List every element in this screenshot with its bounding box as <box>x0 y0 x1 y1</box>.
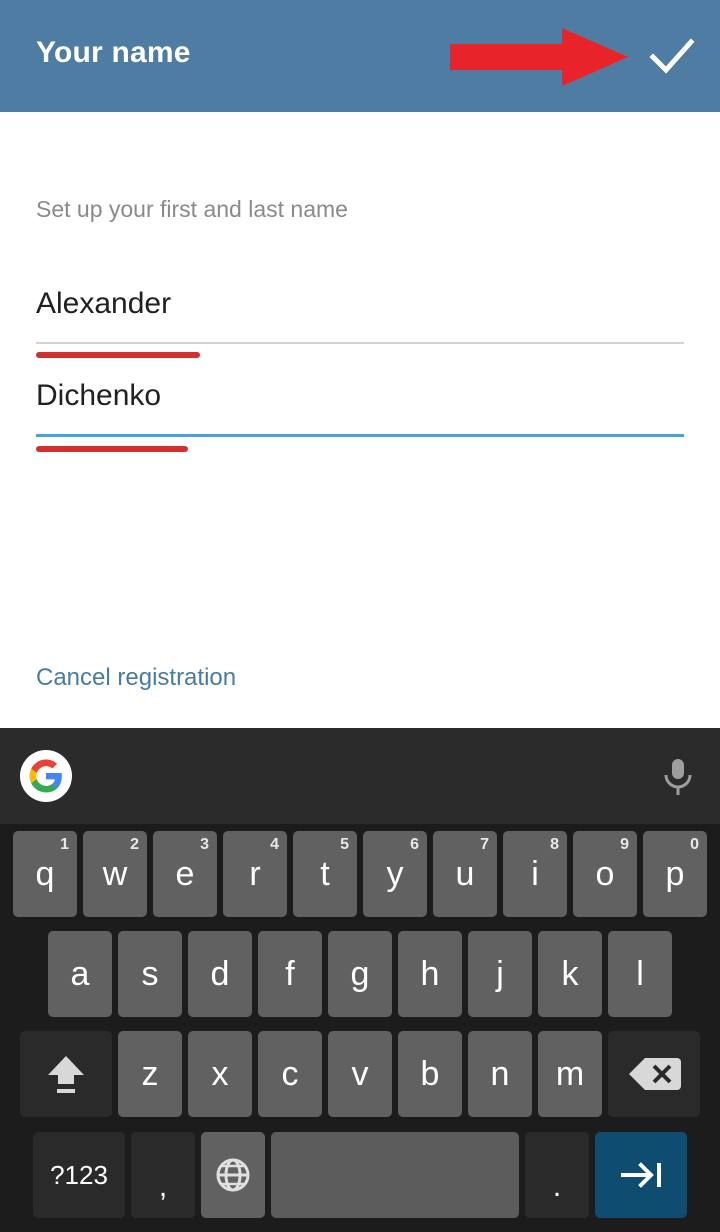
next-field-tab-icon <box>621 1162 661 1188</box>
space-key[interactable] <box>271 1132 519 1218</box>
form-body: Set up your first and last name Alexande… <box>0 112 720 728</box>
key-y-label: y <box>386 855 404 893</box>
key-x[interactable]: x <box>188 1031 252 1117</box>
key-g[interactable]: g <box>328 931 392 1017</box>
key-c-label: c <box>281 1055 299 1093</box>
page-title: Your name <box>36 36 191 69</box>
key-r-label: r <box>249 855 261 893</box>
key-e-label: e <box>175 855 195 893</box>
key-h-label: h <box>420 955 440 993</box>
key-b[interactable]: b <box>398 1031 462 1117</box>
confirm-button[interactable] <box>648 33 696 79</box>
key-s[interactable]: s <box>118 931 182 1017</box>
key-w[interactable]: 2 w <box>83 831 147 917</box>
keyboard-row-top: 1 q 2 w 3 e 4 r 5 t 6 y 7 u 8 i 9 o 0 p <box>0 824 720 924</box>
key-u-number: 7 <box>480 836 489 853</box>
key-c[interactable]: c <box>258 1031 322 1117</box>
key-k-label: k <box>561 955 579 993</box>
key-x-label: x <box>211 1055 229 1093</box>
key-k[interactable]: k <box>538 931 602 1017</box>
check-icon <box>649 38 695 74</box>
key-g-label: g <box>350 955 370 993</box>
key-p[interactable]: 0 p <box>643 831 707 917</box>
symbols-key[interactable]: ?123 <box>33 1132 125 1218</box>
key-e[interactable]: 3 e <box>153 831 217 917</box>
key-d-label: d <box>210 955 230 993</box>
key-v[interactable]: v <box>328 1031 392 1117</box>
key-r[interactable]: 4 r <box>223 831 287 917</box>
key-i-number: 8 <box>550 836 559 853</box>
last-name-spellcheck-underline <box>36 446 188 452</box>
keyboard-row-shift: z x c v b n m <box>0 1024 720 1124</box>
next-field-key[interactable] <box>595 1132 687 1218</box>
shift-icon <box>48 1056 84 1093</box>
key-m-label: m <box>555 1055 585 1093</box>
language-switch-key[interactable] <box>201 1132 265 1218</box>
key-j[interactable]: j <box>468 931 532 1017</box>
form-hint: Set up your first and last name <box>36 196 348 222</box>
key-u[interactable]: 7 u <box>433 831 497 917</box>
key-s-label: s <box>141 955 159 993</box>
key-z[interactable]: z <box>118 1031 182 1117</box>
key-a[interactable]: a <box>48 931 112 1017</box>
key-y[interactable]: 6 y <box>363 831 427 917</box>
key-w-number: 2 <box>130 836 139 853</box>
key-n-label: n <box>490 1055 510 1093</box>
cancel-registration-link[interactable]: Cancel registration <box>36 662 236 694</box>
last-name-underline <box>36 434 684 437</box>
key-u-label: u <box>455 855 475 893</box>
key-q-label: q <box>35 855 55 893</box>
key-t[interactable]: 5 t <box>293 831 357 917</box>
symbols-key-label: ?123 <box>50 1160 108 1190</box>
key-f-label: f <box>285 955 295 993</box>
comma-key-label: , <box>158 1170 168 1203</box>
key-t-label: t <box>320 855 330 893</box>
key-t-number: 5 <box>340 836 349 853</box>
first-name-underline <box>36 342 684 344</box>
first-name-spellcheck-underline <box>36 352 200 358</box>
key-h[interactable]: h <box>398 931 462 1017</box>
key-p-label: p <box>665 855 685 893</box>
key-a-label: a <box>70 955 90 993</box>
keyboard-row-home: a s d f g h j k l <box>0 924 720 1024</box>
key-e-number: 3 <box>200 836 209 853</box>
backspace-icon <box>629 1058 681 1090</box>
period-key-label: . <box>552 1170 562 1203</box>
key-y-number: 6 <box>410 836 419 853</box>
key-j-label: j <box>496 955 504 993</box>
key-z-label: z <box>141 1055 159 1093</box>
key-w-label: w <box>102 855 128 893</box>
key-q-number: 1 <box>60 836 69 853</box>
key-v-label: v <box>351 1055 369 1093</box>
comma-key[interactable]: , <box>131 1132 195 1218</box>
key-m[interactable]: m <box>538 1031 602 1117</box>
language-globe-icon <box>216 1158 250 1192</box>
keyboard-toolbar <box>0 728 720 824</box>
key-o-label: o <box>595 855 615 893</box>
key-b-label: b <box>420 1055 440 1093</box>
backspace-key[interactable] <box>608 1031 700 1117</box>
key-l-label: l <box>636 955 644 993</box>
key-q[interactable]: 1 q <box>13 831 77 917</box>
last-name-value[interactable]: Dichenko <box>36 376 161 416</box>
key-l[interactable]: l <box>608 931 672 1017</box>
key-i-label: i <box>531 855 539 893</box>
on-screen-keyboard: 1 q 2 w 3 e 4 r 5 t 6 y 7 u 8 i 9 o 0 p … <box>0 728 720 1232</box>
period-key[interactable]: . <box>525 1132 589 1218</box>
red-arrow-annotation <box>450 28 628 86</box>
keyboard-row-bottom: ?123 , . <box>0 1124 720 1226</box>
key-r-number: 4 <box>270 836 279 853</box>
key-o-number: 9 <box>620 836 629 853</box>
app-header: Your name <box>0 0 720 112</box>
key-d[interactable]: d <box>188 931 252 1017</box>
first-name-value[interactable]: Alexander <box>36 284 171 324</box>
key-o[interactable]: 9 o <box>573 831 637 917</box>
key-p-number: 0 <box>690 836 699 853</box>
key-f[interactable]: f <box>258 931 322 1017</box>
microphone-icon[interactable] <box>658 755 698 799</box>
key-i[interactable]: 8 i <box>503 831 567 917</box>
key-n[interactable]: n <box>468 1031 532 1117</box>
shift-key[interactable] <box>20 1031 112 1117</box>
google-g-icon[interactable] <box>20 750 72 802</box>
